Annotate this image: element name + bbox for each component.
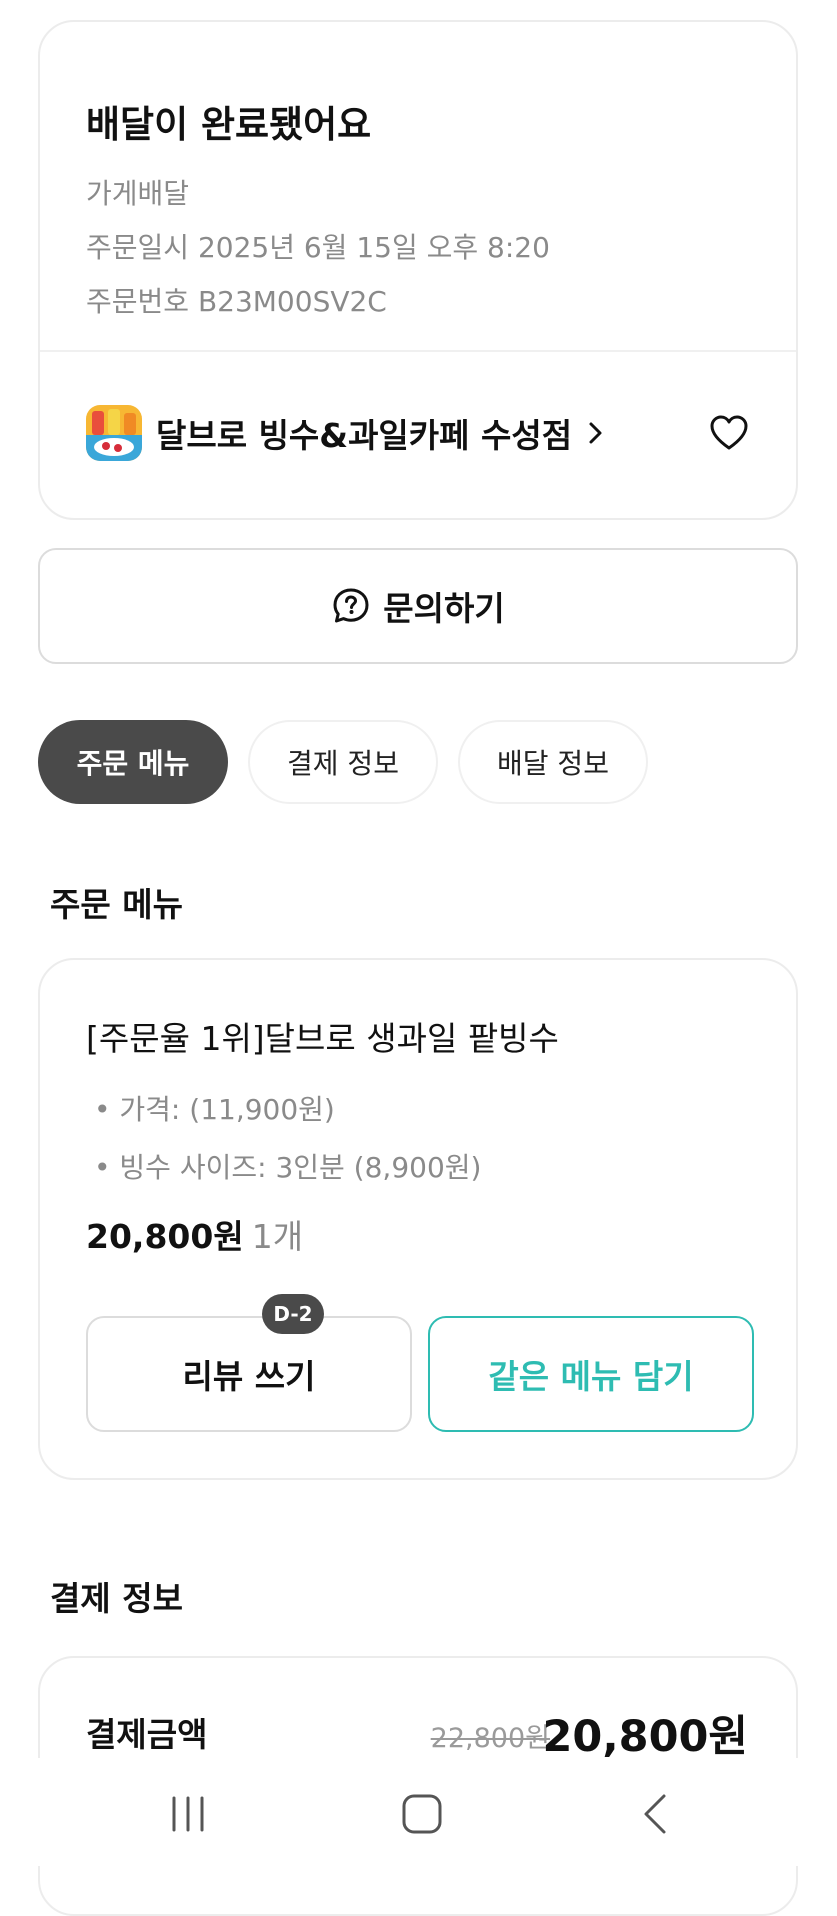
payment-amount-label: 결제금액: [86, 1715, 208, 1754]
inquiry-label: 문의하기: [383, 589, 505, 628]
inquiry-button[interactable]: 문의하기: [38, 548, 798, 664]
write-review-button[interactable]: 리뷰 쓰기 D-2: [86, 1294, 412, 1432]
add-same-menu-button[interactable]: 같은 메뉴 담기: [428, 1316, 754, 1432]
tab-delivery-info[interactable]: 배달 정보: [458, 720, 648, 804]
order-status-title: 배달이 완료됐어요: [86, 103, 372, 146]
order-datetime: 주문일시 2025년 6월 15일 오후 8:20: [86, 231, 550, 264]
heart-outline-icon[interactable]: [708, 412, 750, 454]
menu-item-price: 20,800원: [86, 1217, 244, 1256]
original-price: 22,800원: [430, 1723, 550, 1754]
menu-item-name: [주문율 1위]달브로 생과일 팥빙수: [86, 1019, 559, 1058]
divider: [40, 350, 796, 352]
order-status-card: 배달이 완료됐어요 가게배달 주문일시 2025년 6월 15일 오후 8:20…: [38, 20, 798, 520]
recent-apps-icon[interactable]: [158, 1784, 218, 1844]
review-deadline-badge: D-2: [262, 1294, 324, 1334]
menu-option-size: • 빙수 사이즈: 3인분 (8,900원): [94, 1151, 482, 1184]
final-price: 20,800원: [542, 1712, 749, 1762]
store-link[interactable]: 달브로 빙수&과일카페 수성점: [86, 404, 750, 462]
question-chat-icon: [333, 588, 369, 623]
tab-payment-info[interactable]: 결제 정보: [248, 720, 438, 804]
back-icon[interactable]: [626, 1784, 686, 1844]
tab-order-menu[interactable]: 주문 메뉴: [38, 720, 228, 804]
chevron-right-icon: [589, 422, 602, 444]
system-navigation-bar: [0, 1758, 837, 1866]
payment-section-title: 결제 정보: [50, 1579, 183, 1618]
menu-item-quantity: 1개: [251, 1217, 304, 1256]
add-same-menu-label: 같은 메뉴 담기: [488, 1357, 694, 1396]
order-number: 주문번호 B23M00SV2C: [86, 285, 387, 318]
menu-option-price: • 가격: (11,900원): [94, 1093, 335, 1126]
store-name[interactable]: 달브로 빙수&과일카페 수성점: [156, 409, 572, 457]
menu-price-row: 20,800원 1개: [86, 1210, 303, 1258]
write-review-label: 리뷰 쓰기: [182, 1357, 316, 1396]
order-menu-section-title: 주문 메뉴: [50, 885, 183, 924]
home-icon[interactable]: [392, 1784, 452, 1844]
order-item-card: [주문율 1위]달브로 생과일 팥빙수 • 가격: (11,900원) • 빙수…: [38, 958, 798, 1480]
store-logo: [86, 405, 142, 461]
delivery-type: 가게배달: [86, 177, 190, 210]
